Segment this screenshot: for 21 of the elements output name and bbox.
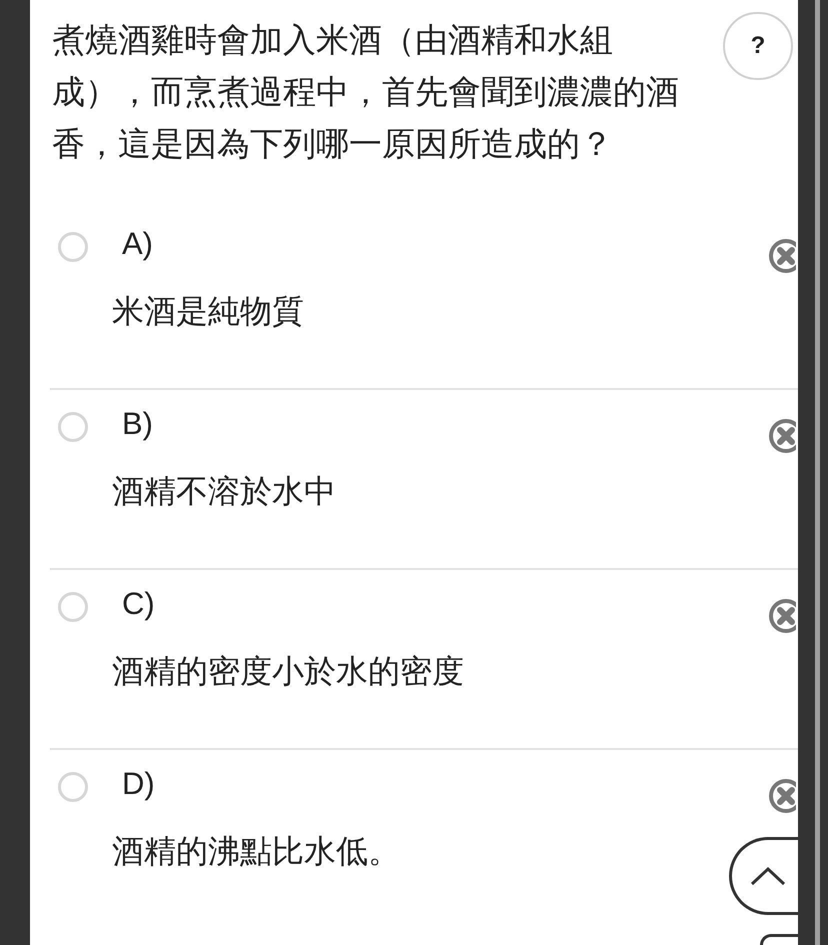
radio-button[interactable]	[58, 412, 88, 442]
option-label: A)	[122, 225, 153, 263]
option-text: 酒精不溶於水中	[112, 472, 336, 511]
radio-button[interactable]	[58, 592, 88, 622]
option-text: 酒精的密度小於水的密度	[112, 652, 464, 691]
question-text: 煮燒酒雞時會加入米酒（由酒精和水組成），而烹煮過程中，首先會聞到濃濃的酒香，這是因為下列哪一原因所造成的？	[52, 20, 680, 164]
radio-button[interactable]	[58, 772, 88, 802]
option-label: B)	[122, 405, 153, 443]
remove-icon[interactable]	[768, 418, 796, 454]
option-text: 米酒是純物質	[112, 292, 304, 331]
chevron-up-icon	[750, 866, 786, 886]
scroll-top-button[interactable]	[729, 837, 798, 915]
radio-button[interactable]	[58, 232, 88, 262]
option-label: C)	[122, 585, 155, 623]
option-label: D)	[122, 765, 155, 803]
remove-icon[interactable]	[768, 598, 796, 634]
option-text: 酒精的沸點比水低。	[112, 832, 400, 871]
help-button[interactable]: ?	[723, 12, 793, 80]
remove-icon[interactable]	[768, 778, 796, 814]
round-button[interactable]	[760, 934, 798, 945]
remove-icon[interactable]	[768, 238, 796, 274]
